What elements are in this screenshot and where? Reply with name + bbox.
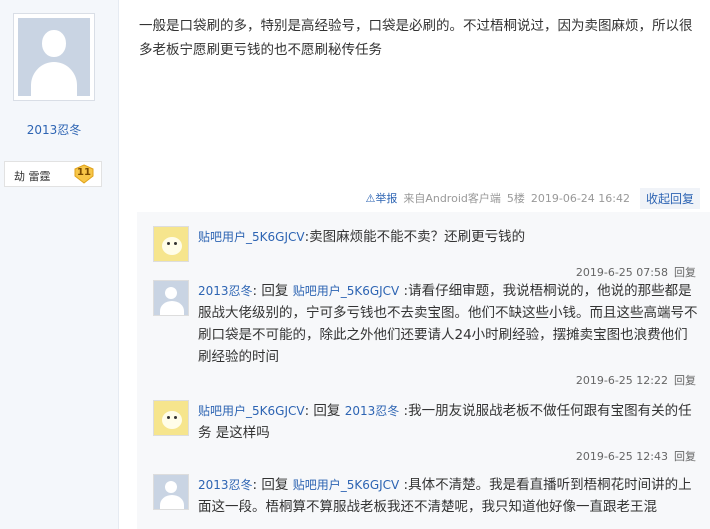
post-time: 2019-06-24 16:42 bbox=[530, 191, 630, 205]
reply-avatar[interactable] bbox=[153, 474, 189, 510]
post-source: 来自Android客户端 bbox=[403, 192, 501, 205]
author-name[interactable]: 2013忍冬 bbox=[0, 121, 108, 138]
level-badge-icon: 11 bbox=[73, 164, 95, 184]
member-badge[interactable]: 劫 雷霆 11 bbox=[4, 161, 102, 187]
reply-avatar[interactable] bbox=[153, 280, 189, 316]
post-content: 一般是口袋刷的多，特别是高经验号，口袋是必刷的。不过梧桐说过，因为卖图麻烦，所以… bbox=[139, 18, 693, 58]
post-meta: ⚠举报 来自Android客户端 5楼 2019-06-24 16:42 收起回… bbox=[365, 187, 700, 209]
reply-button[interactable]: 回复 bbox=[674, 450, 696, 463]
reply-target-link[interactable]: 贴吧用户_5K6GJCV bbox=[293, 478, 400, 492]
report-link[interactable]: ⚠举报 bbox=[365, 190, 397, 206]
reply-button[interactable]: 回复 bbox=[674, 374, 696, 387]
badge-level: 11 bbox=[77, 167, 91, 178]
reply-time: 2019-6-25 12:43 回复 bbox=[575, 450, 696, 463]
collapse-replies-button[interactable]: 收起回复 bbox=[639, 187, 700, 209]
author-sidebar: 2013忍冬 劫 雷霆 11 bbox=[0, 0, 119, 529]
reply-avatar[interactable] bbox=[153, 226, 189, 262]
reply-user-link[interactable]: 2013忍冬 bbox=[198, 284, 253, 298]
reply-avatar[interactable] bbox=[153, 400, 189, 436]
reply-text: 卖图麻烦能不能不卖？还刷更亏钱的 bbox=[309, 229, 526, 245]
warning-icon: ⚠ bbox=[365, 192, 376, 205]
reply-user-link[interactable]: 贴吧用户_5K6GJCV bbox=[198, 404, 305, 418]
author-avatar[interactable] bbox=[13, 13, 95, 101]
reply-target-link[interactable]: 2013忍冬 bbox=[345, 404, 400, 418]
reply-user-link[interactable]: 2013忍冬 bbox=[198, 478, 253, 492]
reply-button[interactable]: 回复 bbox=[674, 266, 696, 279]
reply-target-link[interactable]: 贴吧用户_5K6GJCV bbox=[293, 284, 400, 298]
post-floor: 5楼 bbox=[506, 192, 525, 205]
reply-time: 2019-6-25 07:58 回复 bbox=[575, 266, 696, 279]
reply-list: 贴吧用户_5K6GJCV:卖图麻烦能不能不卖？还刷更亏钱的 2019-6-25 … bbox=[137, 212, 710, 529]
reply-time: 2019-6-25 12:22 回复 bbox=[575, 374, 696, 387]
reply-user-link[interactable]: 贴吧用户_5K6GJCV bbox=[198, 230, 305, 244]
badge-name: 劫 雷霆 bbox=[14, 170, 51, 183]
